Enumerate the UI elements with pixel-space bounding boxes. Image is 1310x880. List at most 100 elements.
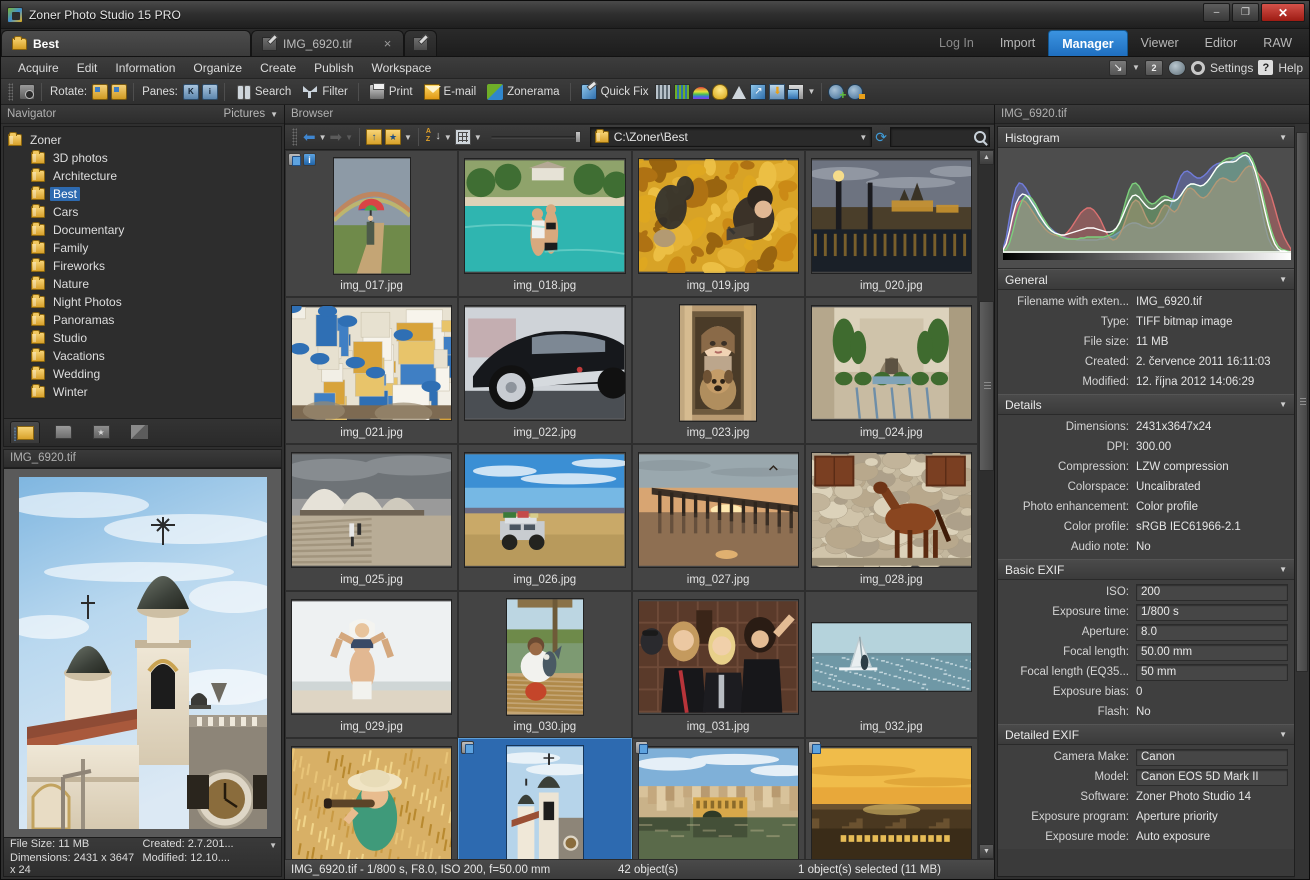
menu-organize[interactable]: Organize (184, 61, 251, 75)
gear-icon[interactable] (1190, 60, 1205, 75)
info-row-value-input[interactable]: 1/800 s (1136, 603, 1288, 621)
thumbnail-size-slider[interactable] (490, 131, 581, 143)
scroll-up-icon[interactable]: ▲ (979, 150, 994, 165)
section-header-general[interactable]: General ▼ (998, 269, 1294, 290)
tab-img-6920[interactable]: IMG_6920.tif × (251, 30, 405, 56)
mode-raw[interactable]: RAW (1250, 30, 1305, 56)
up-folder-icon[interactable] (366, 129, 382, 145)
thumbnail-cell[interactable]: img_027.jpg (631, 444, 805, 591)
section-header-histogram[interactable]: Histogram ▼ (998, 127, 1294, 148)
favorite-folder-icon[interactable] (385, 129, 401, 145)
pane-info-icon[interactable] (201, 83, 218, 100)
web-flag-icon[interactable] (847, 83, 866, 100)
tree-node-best[interactable]: Best (8, 185, 281, 203)
thumbnail-cell[interactable]: img_029.jpg (285, 591, 459, 738)
brightness-icon[interactable] (712, 83, 729, 100)
chevron-down-icon[interactable]: ▼ (345, 133, 353, 142)
info-row-value-input[interactable]: Canon (1136, 748, 1288, 766)
slideshow-icon[interactable] (787, 83, 805, 100)
folder-tree[interactable]: Zoner 3D photos Architecture Best Cars Docum… (3, 126, 282, 419)
slider-handle[interactable] (574, 131, 581, 143)
sort-az-icon[interactable] (425, 128, 441, 145)
close-button[interactable]: ✕ (1261, 3, 1305, 22)
filter-button[interactable]: Filter (298, 83, 352, 101)
rotate-right-icon[interactable] (111, 83, 128, 100)
chevron-down-icon[interactable]: ▼ (319, 133, 327, 142)
thumbnail-cell[interactable]: img_032.jpg (804, 591, 978, 738)
resize-icon[interactable] (750, 83, 767, 100)
tree-node-wedding[interactable]: Wedding (8, 365, 281, 383)
scrollbar-thumb[interactable] (979, 300, 994, 471)
tree-node-architecture[interactable]: Architecture (8, 167, 281, 185)
tab-best[interactable]: Best (1, 30, 251, 56)
thumbnail-cell[interactable]: img_018.jpg (458, 150, 632, 297)
refresh-icon[interactable]: ⟳ (875, 129, 887, 146)
globe-mail-icon[interactable] (1167, 59, 1186, 76)
tree-node-studio[interactable]: Studio (8, 329, 281, 347)
menu-edit[interactable]: Edit (68, 61, 107, 75)
thumbnail-cell[interactable]: img_024.jpg (804, 297, 978, 444)
tree-node-vacations[interactable]: Vacations (8, 347, 281, 365)
scrollbar-thumb[interactable] (1296, 132, 1308, 672)
mode-viewer[interactable]: Viewer (1128, 30, 1192, 56)
menu-publish[interactable]: Publish (305, 61, 362, 75)
thumbnail-cell[interactable]: img_019.jpg (631, 150, 805, 297)
info-row-value-input[interactable]: 50.00 mm (1136, 643, 1288, 661)
lock-icon[interactable] (634, 741, 648, 754)
thumbnail-cell[interactable]: img_020.jpg (804, 150, 978, 297)
tree-node-cars[interactable]: Cars (8, 203, 281, 221)
tree-node-winter[interactable]: Winter (8, 383, 281, 401)
menu-acquire[interactable]: Acquire (9, 61, 68, 75)
menu-create[interactable]: Create (251, 61, 305, 75)
maximize-button[interactable]: ❐ (1232, 3, 1259, 22)
preview-image-container[interactable] (3, 467, 282, 838)
info-icon[interactable] (303, 153, 316, 166)
thumbnail-grid[interactable]: img_017.jpg img_018.jpg img_019.jpg (285, 150, 978, 859)
batch-download-icon[interactable] (769, 83, 786, 100)
thumbnail-cell[interactable] (285, 738, 459, 859)
nav-tab-open-folder[interactable] (48, 421, 78, 443)
tree-node-nature[interactable]: Nature (8, 275, 281, 293)
search-button[interactable]: Search (231, 83, 295, 101)
mode-manager[interactable]: Manager (1048, 30, 1128, 56)
histogram-icon[interactable] (655, 83, 672, 100)
info-row-value-input[interactable]: Canon EOS 5D Mark II (1136, 768, 1288, 786)
chevron-down-icon[interactable]: ▼ (269, 841, 277, 850)
rainbow-color-icon[interactable] (693, 87, 710, 99)
thumbnail-cell[interactable]: img_021.jpg (285, 297, 459, 444)
section-header-basic-exif[interactable]: Basic EXIF ▼ (998, 559, 1294, 580)
tree-node-night-photos[interactable]: Night Photos (8, 293, 281, 311)
menu-workspace[interactable]: Workspace (363, 61, 441, 75)
menu-information[interactable]: Information (106, 61, 184, 75)
tree-node-3d-photos[interactable]: 3D photos (8, 149, 281, 167)
info-scrollbar[interactable] (1295, 124, 1309, 879)
web-add-icon[interactable] (828, 83, 846, 102)
settings-button[interactable]: Settings (1210, 61, 1253, 75)
thumbnail-cell[interactable]: img_017.jpg (285, 150, 459, 297)
camera-icon[interactable] (19, 83, 35, 100)
tree-node-documentary[interactable]: Documentary (8, 221, 281, 239)
quick-fix-button[interactable]: Quick Fix (577, 83, 653, 101)
chevron-down-icon[interactable]: ▼ (1279, 400, 1287, 409)
close-icon[interactable]: × (358, 36, 392, 51)
chevron-down-icon[interactable]: ▼ (1279, 275, 1287, 284)
toolbar-grip[interactable] (292, 128, 297, 146)
chevron-down-icon[interactable]: ▼ (1279, 133, 1287, 142)
section-header-details[interactable]: Details ▼ (998, 394, 1294, 415)
thumbnail-cell[interactable]: img_028.jpg (804, 444, 978, 591)
mode-editor[interactable]: Editor (1192, 30, 1251, 56)
info-row-value-input[interactable]: 8.0 (1136, 623, 1288, 641)
question-mark-icon[interactable]: ? (1258, 60, 1274, 75)
chevron-down-icon[interactable]: ▼ (404, 133, 412, 142)
zonerama-button[interactable]: Zonerama (483, 83, 563, 101)
chevron-down-icon[interactable]: ▼ (1132, 63, 1140, 72)
info-row-value-input[interactable]: 200 (1136, 583, 1288, 601)
lock-icon[interactable] (288, 153, 301, 166)
thumbnail-cell[interactable] (458, 738, 632, 859)
minimize-button[interactable]: – (1203, 3, 1230, 22)
pane-keywords-icon[interactable] (182, 83, 199, 100)
info-row-value-input[interactable]: 50 mm (1136, 663, 1288, 681)
scrollbar-track[interactable] (979, 165, 994, 844)
thumbnail-cell[interactable]: img_031.jpg (631, 591, 805, 738)
grid-view-icon[interactable] (454, 129, 471, 145)
